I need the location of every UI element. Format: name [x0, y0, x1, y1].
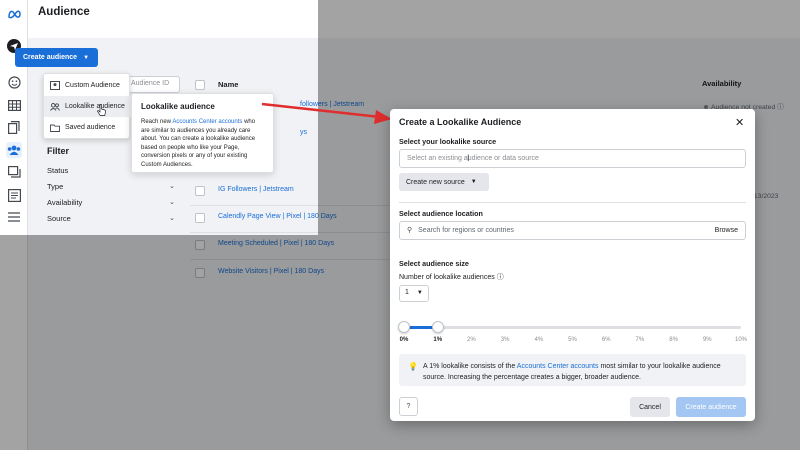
- slider-tick-label: 7%: [635, 337, 645, 343]
- text-cursor-icon: I: [467, 153, 470, 163]
- chevron-down-icon: ⌄: [169, 183, 175, 190]
- menu-item-lookalike-audience[interactable]: Lookalike audience: [44, 96, 131, 117]
- number-label: Number of lookalike audiences ⓘ: [399, 272, 504, 282]
- number-value: 1: [405, 289, 409, 296]
- table-icon[interactable]: [6, 97, 22, 113]
- chevron-down-icon: ⌄: [169, 215, 175, 222]
- catalog-icon[interactable]: [6, 187, 22, 203]
- dialog-title: Create a Lookalike Audience: [399, 117, 522, 127]
- emoji-icon[interactable]: [6, 74, 22, 90]
- caret-down-icon: ▼: [470, 179, 477, 185]
- filter-label: Availability: [47, 198, 83, 207]
- create-new-source-label: Create new source: [406, 178, 465, 186]
- search-icon: ⚲: [407, 227, 413, 234]
- slider-tick-label: 2%: [467, 337, 476, 343]
- caret-down-icon: ▼: [83, 54, 90, 61]
- info-icon[interactable]: ⓘ: [497, 274, 504, 281]
- slider-tick-label: 5%: [568, 337, 577, 343]
- row-checkbox[interactable]: [195, 213, 205, 223]
- menu-item-saved-audience[interactable]: Saved audience: [44, 117, 131, 138]
- screen-dim-bottom: [0, 235, 318, 450]
- filter-panel: Filter Status Type ⌄ Availability ⌄ Source…: [47, 146, 177, 227]
- audience-size-slider[interactable]: [404, 326, 741, 329]
- create-audience-menu: Custom Audience Lookalike audience Saved…: [43, 73, 131, 139]
- browse-button[interactable]: Browse: [715, 222, 738, 239]
- filter-title: Filter: [47, 146, 70, 156]
- help-icon[interactable]: ?: [399, 397, 418, 416]
- location-search-input[interactable]: ⚲ Search for regions or countries Browse: [399, 221, 746, 240]
- cancel-button[interactable]: Cancel: [630, 397, 670, 417]
- filter-source[interactable]: Source ⌄: [47, 211, 177, 227]
- slider-start-handle[interactable]: [398, 321, 410, 333]
- menu-item-custom-audience[interactable]: Custom Audience: [44, 75, 131, 96]
- source-label: Select your lookalike source: [399, 137, 497, 146]
- pages-icon[interactable]: [6, 119, 22, 135]
- slider-tick-label: 8%: [669, 337, 678, 343]
- location-label: Select audience location: [399, 209, 483, 218]
- accounts-center-link[interactable]: Accounts Center accounts: [172, 119, 242, 125]
- row-checkbox[interactable]: [195, 186, 205, 196]
- audiences-icon[interactable]: [6, 142, 22, 158]
- section-divider: [399, 202, 746, 203]
- menu-item-label: Lookalike audience: [65, 103, 125, 110]
- lightbulb-icon: 💡: [408, 362, 418, 371]
- hand-pointer-icon: [97, 104, 106, 116]
- tooltip-text-start: Reach new: [141, 119, 173, 125]
- create-audience-label: Create audience: [23, 54, 78, 61]
- slider-tick-label: 0%: [399, 337, 409, 343]
- create-audience-button[interactable]: Create audience ▼: [15, 48, 98, 67]
- people-icon: [50, 81, 60, 91]
- close-icon[interactable]: ✕: [735, 116, 744, 129]
- slider-tick-label: 4%: [534, 337, 544, 343]
- media-library-icon[interactable]: [6, 164, 22, 180]
- table-row-name[interactable]: ys: [300, 129, 307, 136]
- filter-label: Type: [47, 182, 64, 191]
- number-of-audiences-select[interactable]: 1 ▼: [399, 285, 429, 302]
- select-all-checkbox[interactable]: [195, 80, 205, 90]
- people-outline-icon: [50, 102, 60, 112]
- lookalike-source-input[interactable]: Select an existing audience or data sour…: [399, 149, 746, 168]
- menu-icon[interactable]: [6, 209, 22, 225]
- table-row-name[interactable]: IG Followers | Jetstream: [218, 186, 294, 193]
- page-title: Audience: [38, 6, 90, 18]
- audience-id-search-input[interactable]: Audience ID: [125, 76, 180, 93]
- filter-availability[interactable]: Availability ⌄: [47, 195, 177, 211]
- filter-status[interactable]: Status: [47, 163, 177, 179]
- folder-icon: [50, 123, 60, 133]
- filter-type[interactable]: Type ⌄: [47, 179, 177, 195]
- slider-tick-label: 10%: [734, 337, 748, 343]
- slider-tick-label: 1%: [433, 337, 443, 343]
- menu-item-label: Custom Audience: [65, 82, 120, 89]
- slider-tick-label: 3%: [500, 337, 510, 343]
- chevron-down-icon: ⌄: [169, 199, 175, 206]
- slider-tick-label: 9%: [702, 337, 712, 343]
- menu-item-label: Saved audience: [65, 124, 116, 131]
- size-label: Select audience size: [399, 259, 469, 268]
- slider-tick-label: 6%: [601, 337, 611, 343]
- location-placeholder: Search for regions or countries: [418, 227, 514, 234]
- number-label-text: Number of lookalike audiences: [399, 274, 495, 281]
- slider-end-handle[interactable]: [431, 321, 444, 333]
- info-text-start: A 1% lookalike consists of the: [423, 363, 517, 370]
- tooltip-title: Lookalike audience: [141, 102, 215, 111]
- lookalike-info-box: 💡 A 1% lookalike consists of the Account…: [399, 354, 746, 386]
- lookalike-audience-dialog: Create a Lookalike Audience ✕ Select you…: [390, 109, 755, 421]
- create-audience-submit-button[interactable]: Create audience: [676, 397, 746, 417]
- filter-label: Source: [47, 214, 71, 223]
- create-new-source-button[interactable]: Create new source ▼: [399, 173, 489, 191]
- meta-logo-icon[interactable]: [6, 6, 22, 22]
- caret-down-icon: ▼: [416, 290, 423, 296]
- name-column-header[interactable]: Name: [218, 80, 238, 89]
- annotation-arrow: [261, 102, 392, 124]
- filter-label: Status: [47, 166, 69, 175]
- accounts-center-link[interactable]: Accounts Center accounts: [517, 363, 599, 370]
